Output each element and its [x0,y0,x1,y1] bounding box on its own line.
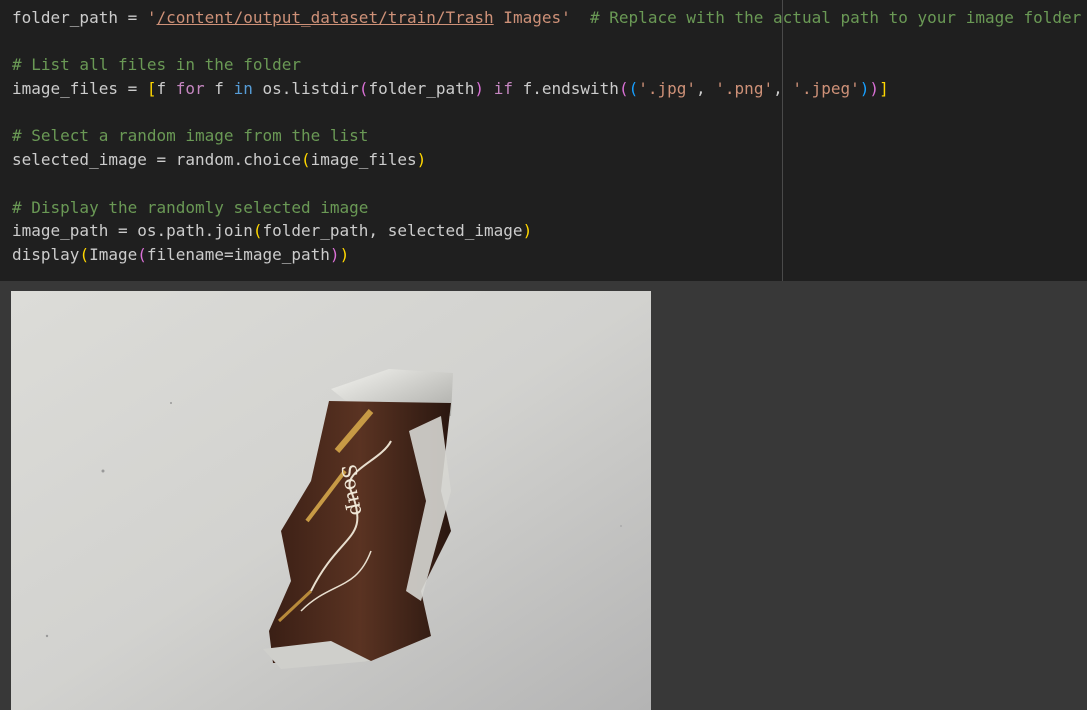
token-text: display [12,244,80,264]
token-paren: ( [79,244,90,264]
token-string: '.jpeg' [792,79,860,99]
token-keyword-if: if [493,79,513,99]
token-text: , [773,79,793,99]
code-line-comment[interactable]: # Select a random image from the list [12,124,1081,148]
code-line-comment[interactable]: # Display the randomly selected image [12,196,1081,220]
token-text: Image [89,244,138,264]
code-line-blank[interactable] [12,101,1081,125]
token-keyword-for: for [175,79,205,99]
token-text: selected_image = random.choice [12,150,301,170]
code-line-1[interactable]: folder_path = '/content/output_dataset/t… [12,6,1081,30]
token-string: Images [493,8,562,27]
code-line-blank[interactable] [12,30,1081,54]
token-comment: # Replace with the actual path to your i… [570,8,1082,27]
token-text: image_files [310,150,417,170]
code-line-path-join[interactable]: image_path = os.path.join(folder_path, s… [12,219,1081,243]
token-paren: ) [869,79,880,99]
path-link[interactable]: /content/output_dataset/train/Trash [157,8,494,27]
token-string: '.png' [715,79,774,99]
token-text: filename=image_path [146,244,330,264]
token-paren: ( [137,244,147,264]
token-operator: = [117,8,147,27]
output-image[interactable]: Soup [11,291,651,710]
token-bracket: [ [146,79,157,99]
token-text: f.endswith [512,79,619,99]
token-string-quote: ' [561,8,571,27]
token-paren: ) [474,79,485,99]
code-line-blank[interactable] [12,172,1081,196]
token-paren: ) [416,150,427,170]
token-text: f [204,79,234,99]
cell-output: Soup [0,281,1087,710]
trash-photo: Soup [11,291,651,710]
token-bracket: ] [879,79,889,99]
token-paren: ) [522,221,533,241]
token-string-quote: ' [146,8,157,27]
token-text: image_path = os.path.join [12,221,253,241]
code-line-random-choice[interactable]: selected_image = random.choice(image_fil… [12,148,1081,172]
token-paren: ) [339,244,350,264]
token-paren: ( [628,79,639,99]
token-variable: folder_path [12,8,118,27]
token-text: folder_path [368,79,475,99]
token-paren: ( [300,150,311,170]
token-keyword-in: in [233,79,253,99]
code-editor[interactable]: folder_path = '/content/output_dataset/t… [12,6,1081,267]
code-cell[interactable]: folder_path = '/content/output_dataset/t… [0,0,1087,281]
token-text: os.listdir [252,79,359,99]
token-paren: ) [329,244,340,264]
code-line-comment[interactable]: # List all files in the folder [12,53,1081,77]
token-text: image_files = [12,79,147,99]
code-line-list-comprehension[interactable]: image_files = [f for f in os.listdir(fol… [12,77,1081,101]
code-line-display[interactable]: display(Image(filename=image_path)) [12,243,1081,267]
token-paren: ) [859,79,870,99]
token-paren: ( [358,79,369,99]
token-text: f [156,79,176,99]
token-text: folder_path, selected_image [262,221,523,241]
token-paren: ( [618,79,629,99]
token-string: '.jpg' [638,79,697,99]
token-text: , [696,79,716,99]
